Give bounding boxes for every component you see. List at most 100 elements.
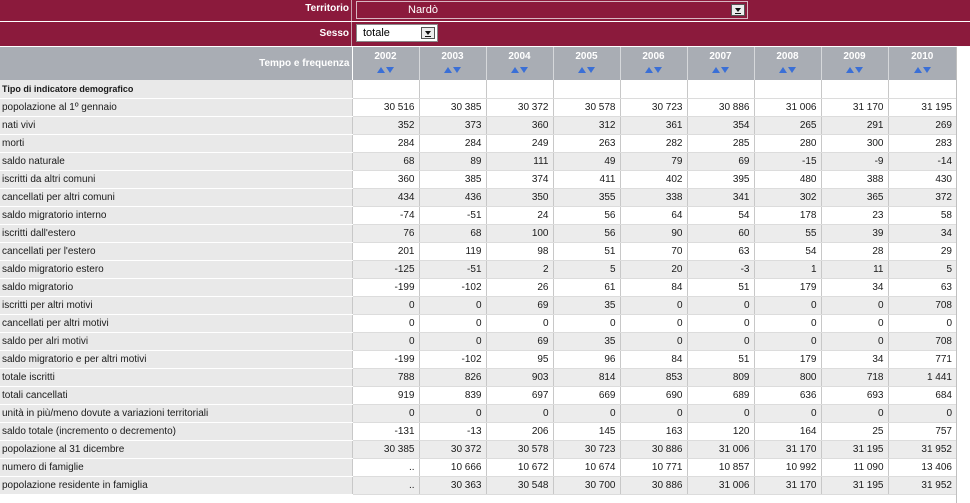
value-cell: 31 006: [686, 476, 754, 495]
value-cell: 70: [619, 242, 687, 261]
value-cell: 636: [753, 386, 821, 405]
table-row: saldo naturale 68 89 111 49 79 69 -15 -9 -14: [0, 152, 956, 171]
sesso-select[interactable]: totale: [356, 24, 438, 42]
sort-ascending-icon[interactable]: [444, 67, 452, 73]
row-label: cancellati per altri comuni: [0, 188, 353, 207]
value-cell: 814: [552, 368, 620, 387]
sort-controls: [420, 65, 486, 73]
value-cell: 31 170: [753, 440, 821, 459]
sort-descending-icon[interactable]: [788, 67, 796, 73]
table-body: Tipo di indicatore demografico popolazio…: [0, 80, 956, 495]
value-cell: 58: [887, 206, 956, 225]
sort-ascending-icon[interactable]: [712, 67, 720, 73]
value-cell: 919: [351, 386, 419, 405]
value-cell: 0: [686, 296, 754, 315]
value-cell: 10 674: [552, 458, 620, 477]
sort-descending-icon[interactable]: [855, 67, 863, 73]
sort-ascending-icon[interactable]: [511, 67, 519, 73]
value-cell: 31 952: [887, 476, 956, 495]
value-cell: 11 090: [820, 458, 888, 477]
table-row: saldo per alri motivi 0 0 69 35 0 0 0 0 708: [0, 332, 956, 351]
value-cell: 30 385: [418, 98, 486, 117]
sort-ascending-icon[interactable]: [846, 67, 854, 73]
section-blank-cell: [619, 80, 687, 99]
chevron-down-icon[interactable]: [731, 4, 745, 16]
sort-ascending-icon[interactable]: [779, 67, 787, 73]
value-cell: 0: [619, 332, 687, 351]
value-cell: 0: [418, 314, 486, 333]
value-cell: 434: [351, 188, 419, 207]
sort-descending-icon[interactable]: [654, 67, 662, 73]
territorio-select[interactable]: Nardò: [356, 1, 748, 19]
year-label: 2006: [642, 51, 665, 62]
table-row: totali cancellati 919 839 697 669 690 689 636 69…: [0, 386, 956, 405]
sort-controls: [822, 65, 888, 73]
sort-ascending-icon[interactable]: [377, 67, 385, 73]
value-cell: 35: [552, 296, 620, 315]
value-cell: 718: [820, 368, 888, 387]
year-header-2009: 2009: [820, 47, 888, 80]
row-label: popolazione al 1º gennaio: [0, 98, 353, 117]
value-cell: 430: [887, 170, 956, 189]
value-cell: 0: [820, 296, 888, 315]
value-cell: 0: [887, 314, 956, 333]
sort-ascending-icon[interactable]: [578, 67, 586, 73]
value-cell: 206: [485, 422, 553, 441]
year-header-2010: 2010: [887, 47, 956, 80]
value-cell: -15: [753, 152, 821, 171]
value-cell: -199: [351, 350, 419, 369]
value-cell: 179: [753, 278, 821, 297]
sort-descending-icon[interactable]: [922, 67, 931, 73]
value-cell: 31 170: [820, 98, 888, 117]
value-cell: 28: [820, 242, 888, 261]
value-cell: 708: [887, 296, 956, 315]
value-cell: 338: [619, 188, 687, 207]
value-cell: 2: [485, 260, 553, 279]
value-cell: ..: [351, 476, 419, 495]
value-cell: 31 195: [820, 476, 888, 495]
table-row: iscritti da altri comuni 360 385 374 411 402 3…: [0, 170, 956, 189]
value-cell: 0: [619, 314, 687, 333]
sort-controls: [755, 65, 821, 73]
value-cell: 31 170: [753, 476, 821, 495]
value-cell: 0: [351, 332, 419, 351]
sort-descending-icon[interactable]: [587, 67, 595, 73]
value-cell: 31 195: [820, 440, 888, 459]
table-row: saldo totale (incremento o decremento) -1…: [0, 422, 956, 441]
section-blank-cell: [485, 80, 553, 99]
value-cell: 30 886: [619, 476, 687, 495]
sort-descending-icon[interactable]: [386, 67, 394, 73]
value-cell: 385: [418, 170, 486, 189]
row-label: totale iscritti: [0, 368, 353, 387]
sort-descending-icon[interactable]: [520, 67, 528, 73]
sort-ascending-icon[interactable]: [645, 67, 653, 73]
year-label: 2008: [776, 51, 799, 62]
value-cell: 684: [887, 386, 956, 405]
value-cell: 302: [753, 188, 821, 207]
sort-descending-icon[interactable]: [721, 67, 729, 73]
sort-ascending-icon[interactable]: [913, 67, 922, 73]
value-cell: 411: [552, 170, 620, 189]
value-cell: -131: [351, 422, 419, 441]
value-cell: 480: [753, 170, 821, 189]
row-label: totali cancellati: [0, 386, 353, 405]
value-cell: 30 548: [485, 476, 553, 495]
year-header-2004: 2004: [485, 47, 553, 80]
value-cell: 669: [552, 386, 620, 405]
value-cell: 0: [552, 404, 620, 423]
sort-descending-icon[interactable]: [453, 67, 461, 73]
value-cell: -51: [418, 206, 486, 225]
value-cell: 10 857: [686, 458, 754, 477]
value-cell: 263: [552, 134, 620, 153]
value-cell: 26: [485, 278, 553, 297]
value-cell: -9: [820, 152, 888, 171]
row-label: popolazione residente in famiglia: [0, 476, 353, 495]
row-label: cancellati per altri motivi: [0, 314, 353, 333]
value-cell: 23: [820, 206, 888, 225]
value-cell: 39: [820, 224, 888, 243]
value-cell: 697: [485, 386, 553, 405]
table-row: morti 284 284 249 263 282 285 280 300 283: [0, 134, 956, 153]
value-cell: 30 723: [552, 440, 620, 459]
chevron-down-icon[interactable]: [421, 27, 435, 39]
row-label: saldo migratorio estero: [0, 260, 353, 279]
